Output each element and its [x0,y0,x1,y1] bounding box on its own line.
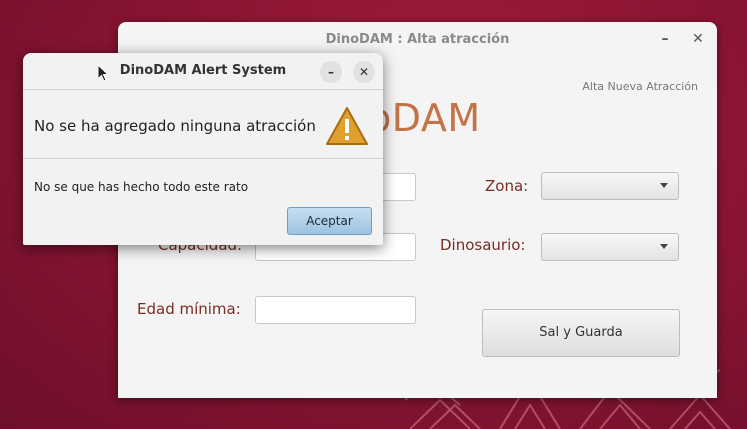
alert-header-text: No se ha agregado ninguna atracción [34,117,316,135]
alert-message: No se que has hecho todo este rato [34,180,249,194]
edad-minima-input[interactable] [255,296,416,324]
alert-title: DinoDAM Alert System [119,63,287,78]
chevron-down-icon [660,244,668,249]
zona-label: Zona: [485,177,529,195]
alert-dialog: DinoDAM Alert System – ✕ No se ha agrega… [23,53,383,245]
dinosaurio-select[interactable] [541,233,679,261]
alert-titlebar[interactable]: DinoDAM Alert System – ✕ [23,53,383,90]
warning-icon [326,107,368,145]
mouse-cursor-icon [97,64,109,82]
accept-button[interactable]: Aceptar [287,207,372,235]
minimize-button[interactable]: – [654,28,676,50]
alert-minimize-button[interactable]: – [320,61,342,83]
zona-select[interactable] [541,172,679,200]
app-logo: oDAM [368,96,481,140]
edad-minima-label: Edad mínima: [137,300,241,318]
alert-header: No se ha agregado ninguna atracción [23,90,383,159]
dinosaurio-label: Dinosaurio: [440,236,526,254]
close-button[interactable]: ✕ [687,28,709,50]
alert-close-button[interactable]: ✕ [353,61,375,83]
save-button[interactable]: Sal y Guarda [482,309,680,357]
chevron-down-icon [660,183,668,188]
main-window-title: DinoDAM : Alta atracción [325,32,510,47]
window-subtitle: Alta Nueva Atracción [582,80,698,93]
